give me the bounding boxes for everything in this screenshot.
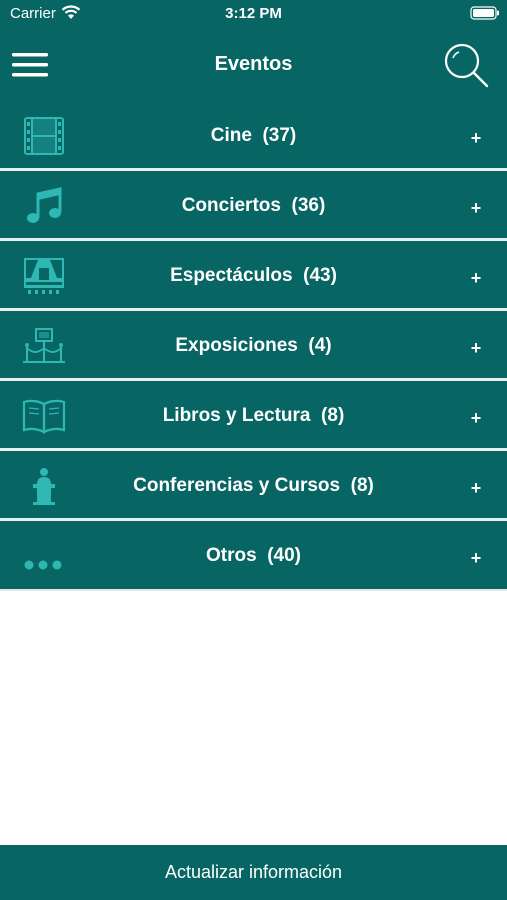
update-info-button[interactable]: Actualizar información [0, 845, 507, 900]
category-row-libros[interactable]: Libros y Lectura (8) + [0, 381, 507, 451]
navigation-bar: Eventos [0, 36, 507, 96]
category-row-conciertos[interactable]: Conciertos (36) + [0, 171, 507, 241]
expand-plus-icon[interactable]: + [466, 408, 486, 429]
page-title: Eventos [214, 53, 293, 75]
expand-plus-icon[interactable]: + [466, 338, 486, 359]
expand-plus-icon[interactable]: + [466, 478, 486, 499]
category-label: Conferencias y Cursos (8) [133, 475, 374, 496]
expand-plus-icon[interactable]: + [466, 268, 486, 289]
category-label: Otros (40) [205, 545, 302, 566]
category-row-exposiciones[interactable]: Exposiciones (4) + [0, 311, 507, 381]
category-row-espectaculos[interactable]: Espectáculos (43) + [0, 241, 507, 311]
top-bar: Carrier 3:12 PM Eventos [0, 0, 507, 101]
expand-plus-icon[interactable]: + [466, 548, 486, 569]
category-row-otros[interactable]: Otros (40) + [0, 521, 507, 591]
expand-plus-icon[interactable]: + [466, 128, 486, 149]
category-label: Exposiciones (4) [175, 335, 332, 356]
category-row-conferencias[interactable]: Conferencias y Cursos (8) + [0, 451, 507, 521]
category-row-cine[interactable]: Cine (37) + [0, 101, 507, 171]
expand-plus-icon[interactable]: + [466, 198, 486, 219]
search-icon[interactable] [441, 40, 491, 90]
category-label: Conciertos (36) [181, 195, 326, 216]
category-list: Cine (37) + Conciertos (36) + Espectácul… [0, 101, 507, 591]
category-label: Cine (37) [210, 125, 297, 146]
battery-icon [470, 6, 499, 20]
status-time: 3:12 PM [225, 5, 282, 22]
category-label: Libros y Lectura (8) [162, 405, 345, 426]
category-label: Espectáculos (43) [170, 265, 337, 286]
status-bar: Carrier 3:12 PM [0, 0, 507, 28]
